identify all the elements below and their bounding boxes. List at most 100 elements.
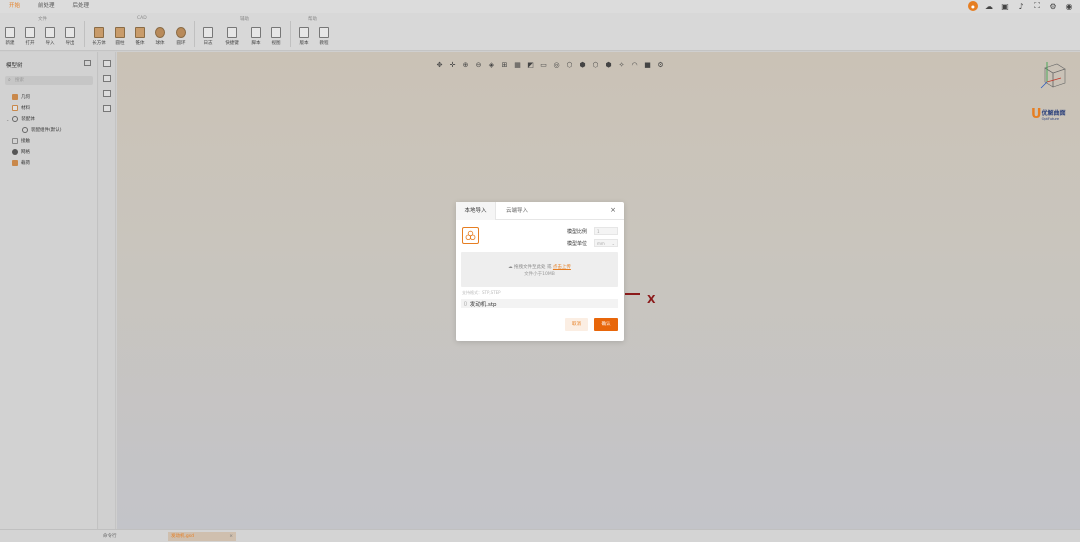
pan-icon[interactable]: ✥ xyxy=(435,60,444,69)
menu-tab-preprocess[interactable]: 前处理 xyxy=(29,0,64,13)
box-label: 长方体 xyxy=(92,41,106,46)
search-icon: ⌕ xyxy=(8,77,11,83)
brand-name-en: OptFuture xyxy=(1041,117,1060,121)
command-line-label[interactable]: 命令行 xyxy=(103,533,117,539)
cloud-icon[interactable]: ☁ xyxy=(984,1,994,11)
close-icon[interactable]: × xyxy=(610,206,616,214)
cylinder-button[interactable]: 圆柱 xyxy=(110,27,130,46)
panel-title: 模型树 xyxy=(6,63,23,69)
model-tree-panel: 模型树 ⌕ 搜索 几何 材料 ⌄ 装配体 装配组件(默认) 接触 网格 载荷 xyxy=(0,52,98,529)
navigation-cube-icon[interactable] xyxy=(1039,60,1067,90)
menu-tab-postprocess[interactable]: 后处理 xyxy=(64,0,99,13)
cone-button[interactable]: 锥体 xyxy=(130,27,150,46)
dialog-tabs: 本地导入 云端导入 × xyxy=(456,202,624,220)
color-icon[interactable]: ■ xyxy=(643,60,652,69)
export-label: 导出 xyxy=(65,41,75,46)
log-button[interactable]: 日志 xyxy=(198,27,218,46)
confirm-button[interactable]: 确认 xyxy=(594,318,618,331)
side-panel-icon[interactable] xyxy=(103,60,111,67)
model-thumbnail xyxy=(462,227,479,244)
model-preview-icon xyxy=(465,230,476,240)
chevron-down-icon[interactable]: ⌄ xyxy=(6,117,9,122)
script-button[interactable]: 脚本 xyxy=(246,27,266,46)
wireframe-icon[interactable]: ◎ xyxy=(552,60,561,69)
close-tab-icon[interactable]: × xyxy=(229,532,233,541)
size-hint: 文件小于10MB xyxy=(524,272,555,277)
bell-icon[interactable]: ♪ xyxy=(1016,1,1026,11)
selected-file-row[interactable]: ▯ 发动机.stp xyxy=(461,299,618,308)
view-button[interactable]: 视图 xyxy=(266,27,286,46)
brand-name: 优解曲面 xyxy=(1041,110,1066,117)
cube-view-top-icon[interactable]: ⬢ xyxy=(578,60,587,69)
tree-item-assembly[interactable]: ⌄ 装配体 xyxy=(6,116,35,122)
tab-cloud-import[interactable]: 云端导入 xyxy=(502,202,532,220)
save-icon[interactable]: ▣ xyxy=(1000,1,1010,11)
tutorial-button[interactable]: 教程 xyxy=(314,27,334,46)
box-button[interactable]: 长方体 xyxy=(89,27,109,46)
tree-item-mesh[interactable]: 网格 xyxy=(12,149,30,155)
export-button[interactable]: 导出 xyxy=(60,27,80,46)
cone-label: 锥体 xyxy=(135,41,145,46)
scale-input[interactable]: 1 xyxy=(594,227,618,235)
script-label: 脚本 xyxy=(251,41,261,46)
cube-view-side-icon[interactable]: ⬡ xyxy=(591,60,600,69)
fit-view-icon[interactable]: ◈ xyxy=(487,60,496,69)
mesh-icon xyxy=(12,149,18,155)
side-panel-icon[interactable] xyxy=(103,90,111,97)
contact-icon xyxy=(12,138,18,144)
cancel-button[interactable]: 取消 xyxy=(565,318,588,331)
tree-item-geometry[interactable]: 几何 xyxy=(12,94,30,100)
cube-view-iso-icon[interactable]: ⬢ xyxy=(604,60,613,69)
side-panel-icon[interactable] xyxy=(103,105,111,112)
tree-item-assembly-component[interactable]: 装配组件(默认) xyxy=(22,127,62,133)
chevron-down-icon: ⌄ xyxy=(611,241,615,246)
fullscreen-icon[interactable]: ⛶ xyxy=(1032,1,1042,11)
user-badge-icon[interactable]: ● xyxy=(968,1,978,11)
file-tab-label: 发动机.gsd xyxy=(171,534,194,539)
file-tab[interactable]: 发动机.gsd × xyxy=(168,532,236,541)
grid-icon[interactable]: ▦ xyxy=(513,60,522,69)
shortcut-button[interactable]: 快捷键 xyxy=(222,27,242,46)
move-icon[interactable]: ✛ xyxy=(448,60,457,69)
tree-search-input[interactable]: ⌕ 搜索 xyxy=(5,76,93,85)
component-icon xyxy=(22,127,28,133)
version-button[interactable]: 版本 xyxy=(294,27,314,46)
select-box-icon[interactable]: ⊞ xyxy=(500,60,509,69)
file-dropzone[interactable]: ☁ 拖拽文件至此处 或 点击上传 文件小于10MB xyxy=(461,252,618,287)
sphere-button[interactable]: 球体 xyxy=(150,27,170,46)
tree-item-label: 装配体 xyxy=(21,117,35,122)
supported-formats: 支持格式：STP,STEP xyxy=(462,290,501,295)
folder-icon xyxy=(25,27,35,38)
tree-item-load[interactable]: 载荷 xyxy=(12,160,30,166)
new-label: 新建 xyxy=(5,41,15,46)
menu-tab-start[interactable]: 开始 xyxy=(0,0,29,13)
cone-icon xyxy=(135,27,145,38)
gear-icon[interactable]: ⚙ xyxy=(1048,1,1058,11)
assembly-icon xyxy=(12,116,19,122)
unit-select[interactable]: mm ⌄ xyxy=(594,239,618,247)
account-icon[interactable]: ◉ xyxy=(1064,1,1074,11)
import-button[interactable]: 导入 xyxy=(40,27,60,46)
keyboard-icon xyxy=(227,27,237,38)
open-button[interactable]: 打开 xyxy=(20,27,40,46)
display-mode-icon[interactable]: ◩ xyxy=(526,60,535,69)
group-label-file: 文件 xyxy=(38,17,47,22)
collapse-panel-icon[interactable] xyxy=(84,60,91,66)
zoom-in-icon[interactable]: ⊕ xyxy=(461,60,470,69)
open-label: 打开 xyxy=(25,41,35,46)
import-icon xyxy=(45,27,55,38)
side-panel-icon[interactable] xyxy=(103,75,111,82)
torus-button[interactable]: 圆环 xyxy=(171,27,191,46)
tab-local-import[interactable]: 本地导入 xyxy=(456,202,496,220)
tree-item-label: 几何 xyxy=(21,95,30,100)
cube-view-front-icon[interactable]: ⬡ xyxy=(565,60,574,69)
tree-item-material[interactable]: 材料 xyxy=(12,105,30,111)
new-button[interactable]: 新建 xyxy=(0,27,20,46)
tree-item-contact[interactable]: 接触 xyxy=(12,138,30,144)
upload-link[interactable]: 点击上传 xyxy=(553,265,571,270)
zoom-out-icon[interactable]: ⊖ xyxy=(474,60,483,69)
section-icon[interactable]: ▭ xyxy=(539,60,548,69)
explode-icon[interactable]: ✧ xyxy=(617,60,626,69)
settings-view-icon[interactable]: ⚙ xyxy=(656,60,665,69)
measure-icon[interactable]: ◠ xyxy=(630,60,639,69)
